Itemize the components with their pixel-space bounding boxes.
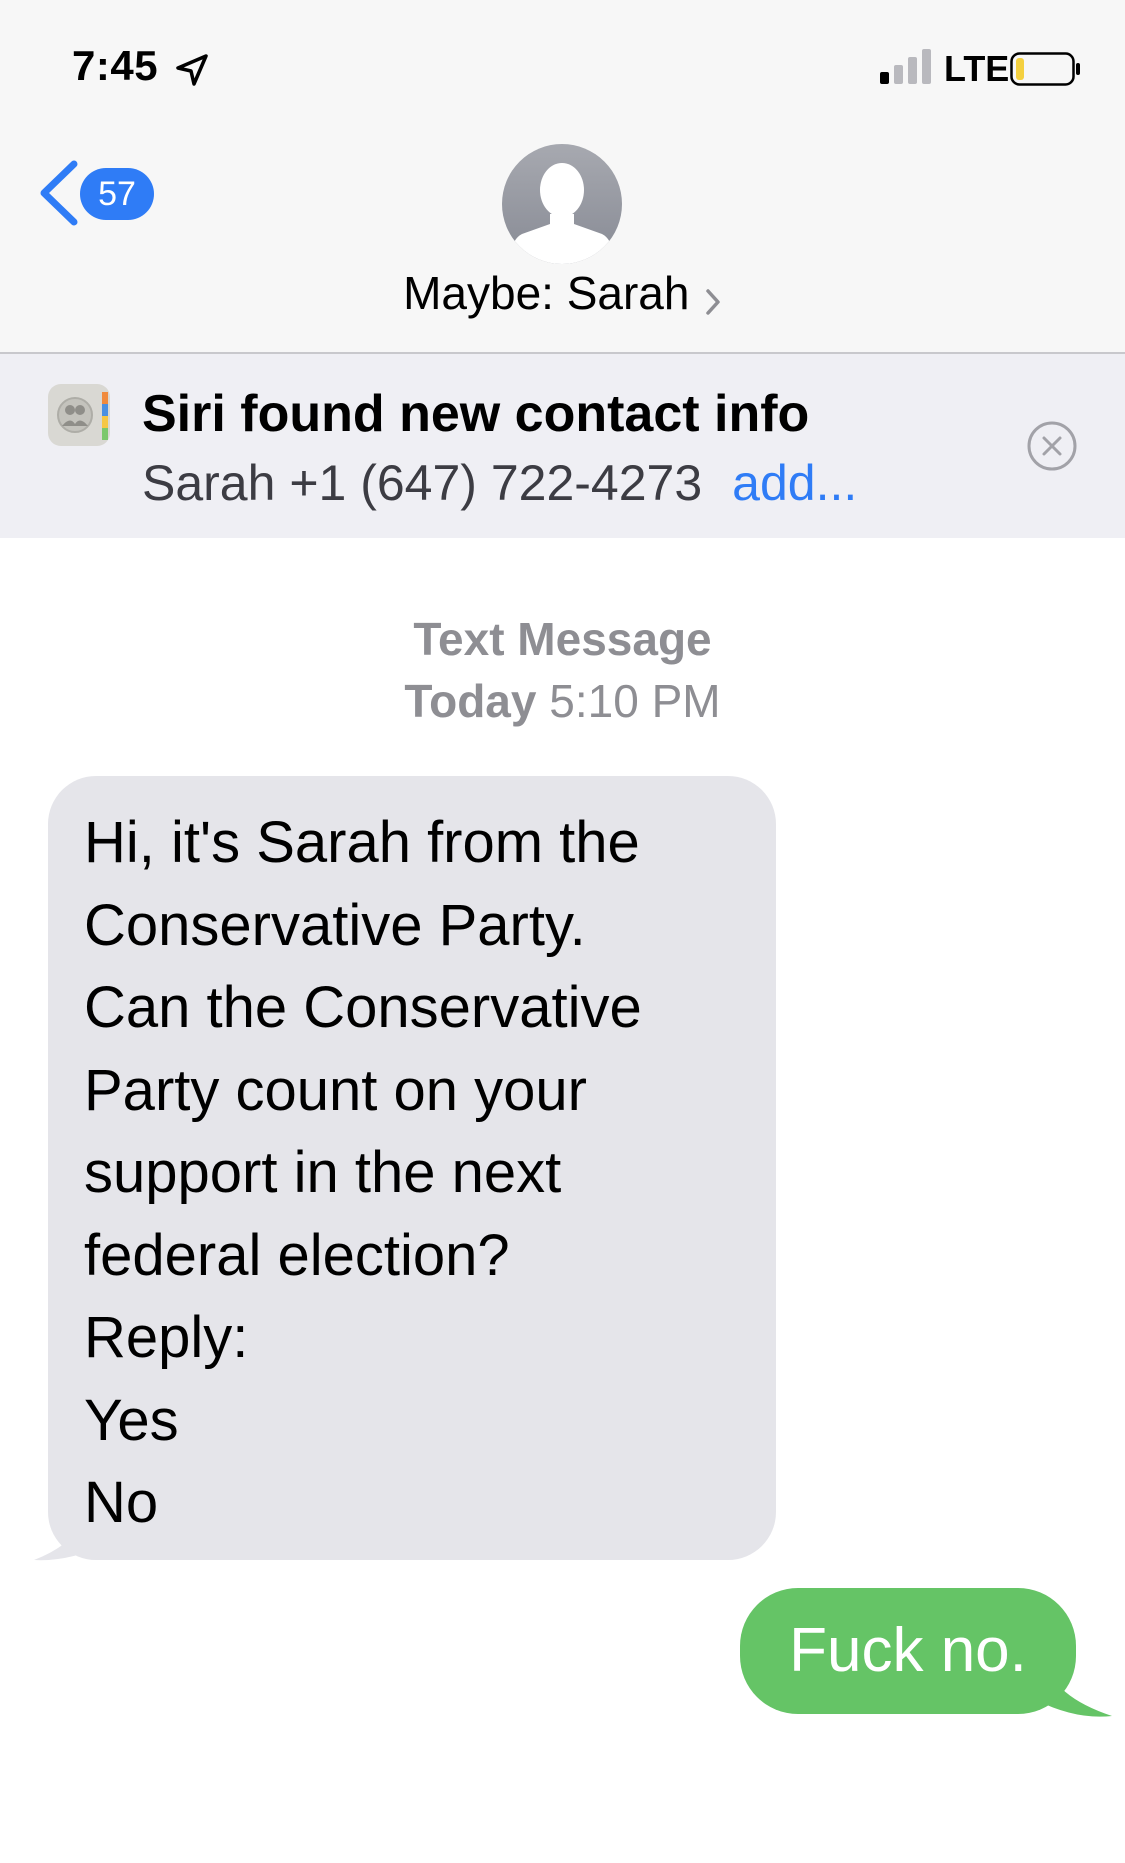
add-contact-link[interactable]: add... <box>732 455 857 511</box>
siri-suggestion-details: Sarah +1 (647) 722-4273 add... <box>142 454 857 512</box>
location-arrow-icon <box>176 54 208 86</box>
siri-suggestion-title: Siri found new contact info <box>142 385 810 443</box>
network-type: LTE <box>944 48 1010 89</box>
message-service-label: Text Message <box>413 613 712 665</box>
contacts-app-icon <box>48 384 110 446</box>
status-bar: 7:45 LTE <box>0 0 1125 130</box>
suggested-contact-info: Sarah +1 (647) 722-4273 <box>142 455 703 511</box>
message-line: Reply: <box>84 1305 249 1370</box>
message-time: 5:10 PM <box>549 675 721 727</box>
back-chevron-icon[interactable] <box>36 160 80 226</box>
siri-contact-suggestion: Siri found new contact info Sarah +1 (64… <box>0 354 1125 538</box>
message-line: federal election? <box>84 1222 510 1288</box>
message-line: Can the Conservative <box>84 975 642 1040</box>
contact-avatar[interactable] <box>502 144 622 264</box>
message-line: Conservative Party. <box>84 892 586 958</box>
incoming-message-bubble[interactable]: Hi, it's Sarah from the Conservative Par… <box>48 776 776 1560</box>
chevron-right-icon <box>706 289 720 315</box>
unread-count-badge[interactable]: 57 <box>80 168 154 220</box>
close-circle-icon[interactable] <box>1026 420 1078 472</box>
message-line: No <box>84 1470 159 1535</box>
outgoing-message-bubble[interactable]: Fuck no. <box>740 1588 1076 1714</box>
navigation-header: 7:45 LTE 57 Maybe: Sarah <box>0 0 1125 354</box>
incoming-message-text: Hi, it's Sarah from the Conservative Par… <box>84 802 764 1545</box>
status-time: 7:45 <box>72 42 159 89</box>
signal-icon <box>880 49 931 84</box>
contact-name-button[interactable]: Maybe: Sarah <box>0 266 1125 320</box>
message-date: Today 5:10 PM <box>0 670 1125 732</box>
message-day: Today <box>404 675 537 727</box>
battery-icon <box>1010 52 1080 86</box>
message-line: Party count on your <box>84 1057 587 1123</box>
message-line: Yes <box>84 1387 179 1453</box>
outgoing-message-text: Fuck no. <box>789 1616 1027 1685</box>
avatar-silhouette-icon <box>510 163 614 264</box>
message-line: support in the next <box>84 1140 562 1205</box>
conversation-timestamp: Text Message Today 5:10 PM <box>0 608 1125 732</box>
message-line: Hi, it's Sarah from the <box>84 810 640 875</box>
contact-name: Maybe: Sarah <box>403 267 690 319</box>
